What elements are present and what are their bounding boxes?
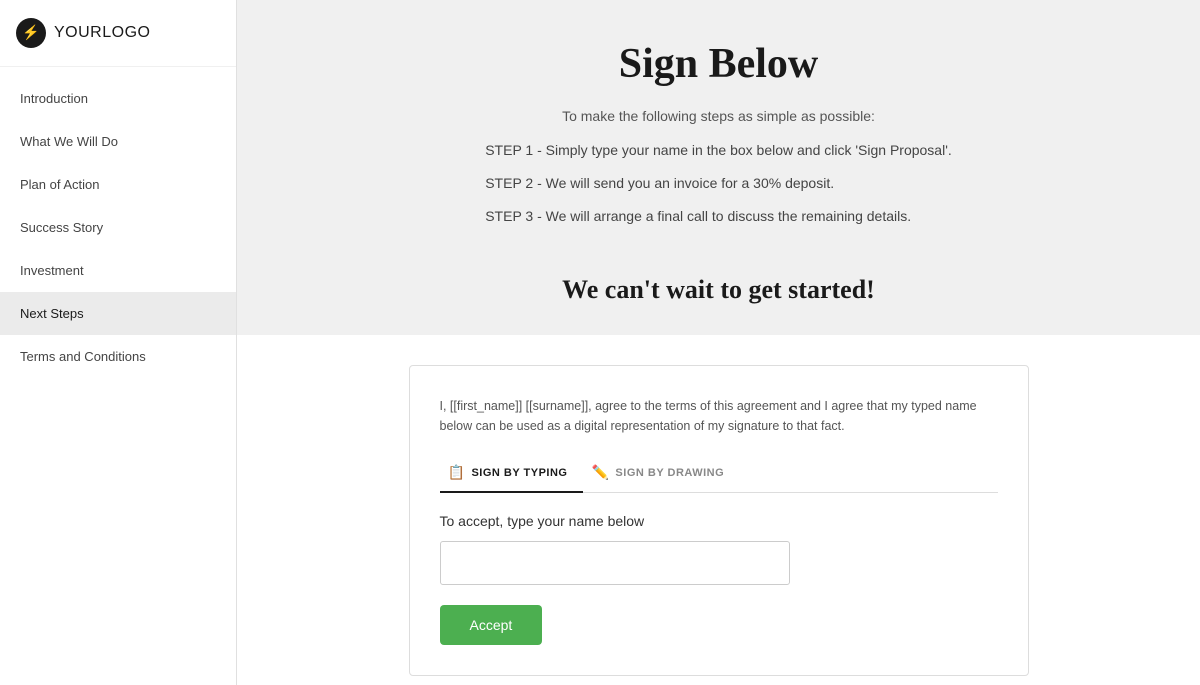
- sidebar-item-terms[interactable]: Terms and Conditions: [0, 335, 236, 378]
- tab-drawing-label: SIGN BY DRAWING: [615, 467, 724, 479]
- hero-step-2: STEP 2 - We will send you an invoice for…: [485, 173, 952, 194]
- sidebar-item-investment[interactable]: Investment: [0, 249, 236, 292]
- logo-text: YOURLOGO: [54, 24, 150, 42]
- hero-section: Sign Below To make the following steps a…: [237, 0, 1200, 335]
- hero-title: Sign Below: [297, 40, 1140, 88]
- lightning-icon: ⚡: [22, 25, 39, 42]
- hero-cta: We can't wait to get started!: [297, 275, 1140, 335]
- accept-label: To accept, type your name below: [440, 513, 998, 529]
- tab-typing-label: SIGN BY TYPING: [471, 467, 567, 479]
- tab-sign-by-typing[interactable]: 📋 SIGN BY TYPING: [440, 456, 584, 493]
- signature-section: I, [[first_name]] [[surname]], agree to …: [237, 335, 1200, 685]
- sidebar: ⚡ YOURLOGO Introduction What We Will Do …: [0, 0, 237, 685]
- logo-light: LOGO: [102, 24, 150, 41]
- accept-button[interactable]: Accept: [440, 605, 543, 645]
- hero-step-3: STEP 3 - We will arrange a final call to…: [485, 206, 952, 227]
- signature-card: I, [[first_name]] [[surname]], agree to …: [409, 365, 1029, 676]
- pencil-icon: ✏️: [591, 464, 609, 481]
- logo: ⚡ YOURLOGO: [0, 0, 236, 67]
- sidebar-item-introduction[interactable]: Introduction: [0, 77, 236, 120]
- name-input[interactable]: [440, 541, 790, 585]
- hero-step-1: STEP 1 - Simply type your name in the bo…: [485, 140, 952, 161]
- hero-subtitle: To make the following steps as simple as…: [297, 108, 1140, 124]
- agreement-text: I, [[first_name]] [[surname]], agree to …: [440, 396, 998, 436]
- tab-sign-by-drawing[interactable]: ✏️ SIGN BY DRAWING: [583, 456, 740, 493]
- sidebar-item-what-we-will-do[interactable]: What We Will Do: [0, 120, 236, 163]
- main-content: Sign Below To make the following steps a…: [237, 0, 1200, 685]
- sign-tabs: 📋 SIGN BY TYPING ✏️ SIGN BY DRAWING: [440, 456, 998, 493]
- sidebar-item-success-story[interactable]: Success Story: [0, 206, 236, 249]
- sidebar-nav: Introduction What We Will Do Plan of Act…: [0, 67, 236, 378]
- sidebar-item-next-steps[interactable]: Next Steps: [0, 292, 236, 335]
- logo-icon: ⚡: [16, 18, 46, 48]
- hero-steps: STEP 1 - Simply type your name in the bo…: [485, 140, 952, 239]
- book-icon: 📋: [448, 464, 466, 481]
- logo-bold: YOUR: [54, 24, 102, 41]
- sidebar-item-plan-of-action[interactable]: Plan of Action: [0, 163, 236, 206]
